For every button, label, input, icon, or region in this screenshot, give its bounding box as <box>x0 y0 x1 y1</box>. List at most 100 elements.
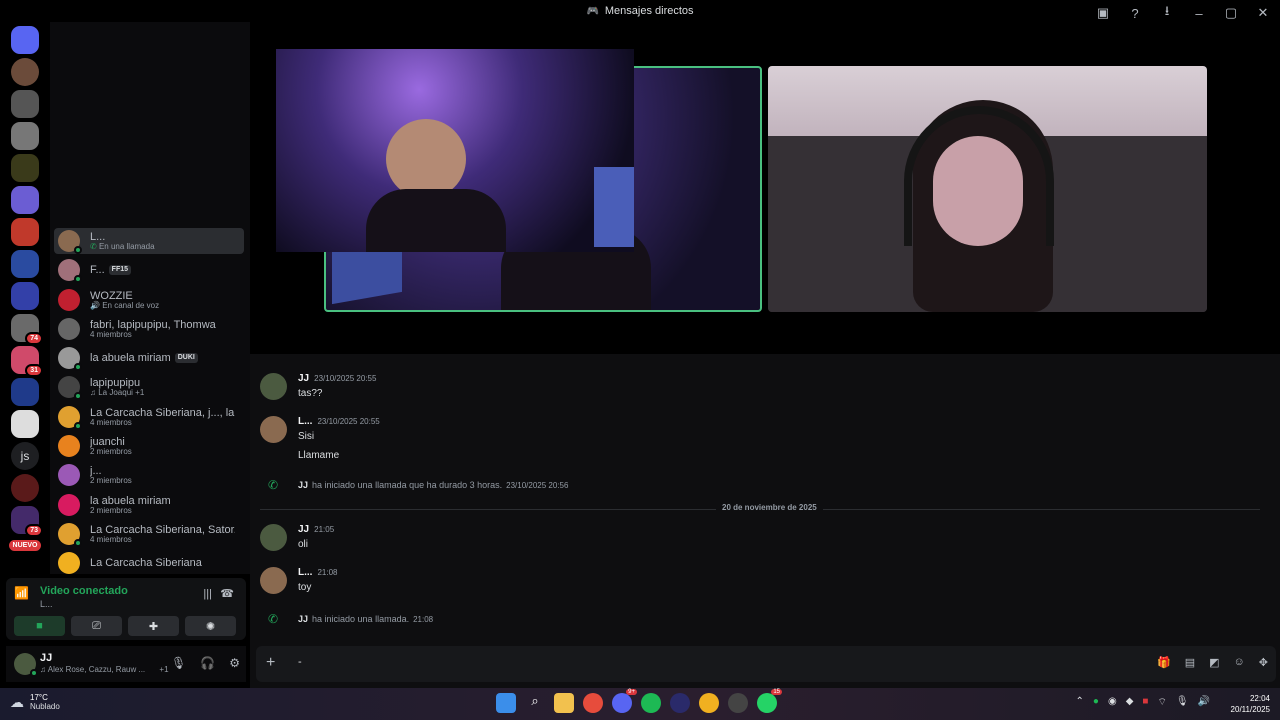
message-composer[interactable]: + - 🎁 ▤ ◩ ☺ ✥ <box>256 646 1276 682</box>
dm-item[interactable]: La Carcacha Siberiana, Sator... 4 miembro… <box>54 521 244 547</box>
server-icon[interactable] <box>11 410 39 438</box>
gif-icon[interactable]: ▤ <box>1185 656 1195 669</box>
server-icon[interactable] <box>11 282 39 310</box>
tray-app-icon[interactable]: ■ <box>1142 696 1148 709</box>
apps-icon[interactable]: ✥ <box>1259 656 1268 669</box>
chrome-icon[interactable] <box>699 693 719 713</box>
camera-button[interactable]: ■ <box>14 616 65 636</box>
server-icon-js[interactable]: js <box>11 442 39 470</box>
dm-item[interactable]: juanchi 2 miembros <box>54 433 244 459</box>
user-avatar[interactable] <box>14 653 38 677</box>
server-icon[interactable] <box>11 250 39 278</box>
call-system-message: ✆ JJ ha iniciado una llamada. 21:08 <box>268 612 434 626</box>
app-icon[interactable] <box>728 693 748 713</box>
voice-channel[interactable]: L... <box>40 599 53 609</box>
microphone-icon[interactable]: 🎙 <box>1176 696 1189 709</box>
dm-item[interactable]: WOZZIE 🔊 En canal de voz <box>54 287 244 313</box>
chevron-up-icon[interactable]: ⌃ <box>1076 696 1084 709</box>
avatar[interactable] <box>260 567 287 594</box>
server-icon[interactable] <box>11 186 39 214</box>
server-icon[interactable] <box>11 90 39 118</box>
signal-icon[interactable]: 📶 <box>14 586 34 606</box>
window-title: 🎮 Mensajes directos <box>586 5 694 17</box>
activities-button[interactable]: ✚ <box>128 616 179 636</box>
self-preview[interactable] <box>276 49 634 252</box>
dm-item[interactable]: la abuela miriam 2 miembros <box>54 492 244 518</box>
app-icon[interactable] <box>670 693 690 713</box>
dm-item[interactable]: la abuela miriam DUKI <box>54 345 244 371</box>
phone-icon: ✆ <box>90 241 99 251</box>
volume-icon[interactable]: 🔊 <box>1198 696 1210 709</box>
avatar[interactable] <box>260 373 287 400</box>
disconnect-icon[interactable]: ☎ <box>220 587 234 600</box>
call-system-message: ✆ JJ ha iniciado una llamada que ha durad… <box>268 478 569 492</box>
tray-app-icon[interactable]: ◆ <box>1126 696 1134 709</box>
server-icon[interactable]: 73 <box>11 506 43 537</box>
notification-badge: 9+ <box>626 689 637 695</box>
maximize-button[interactable]: ▢ <box>1222 5 1240 21</box>
sticker-icon[interactable]: ◩ <box>1209 656 1219 669</box>
message[interactable]: L... 23/10/2025 20:55 Sisi Llamame <box>260 416 380 461</box>
discord-icon: 🎮 <box>586 5 599 17</box>
microphone-icon[interactable]: 🎙 <box>171 656 186 670</box>
server-icon[interactable]: 74 <box>11 314 43 345</box>
server-icon[interactable] <box>11 154 39 182</box>
server-icon[interactable] <box>11 58 39 86</box>
server-tag: DUKI <box>174 353 198 363</box>
headphones-icon[interactable]: 🎧 <box>200 656 215 670</box>
avatar[interactable] <box>260 524 287 551</box>
start-icon[interactable] <box>496 693 516 713</box>
clock[interactable]: 22:04 20/11/2025 <box>1231 693 1270 715</box>
video-tile-l[interactable] <box>768 66 1207 312</box>
spotify-icon[interactable] <box>641 693 661 713</box>
dm-item[interactable]: lapipupipu ♫ La Joaqui +1 <box>54 374 244 400</box>
avatar[interactable] <box>260 416 287 443</box>
noise-suppression-icon[interactable]: ||| <box>203 588 212 600</box>
gear-icon[interactable]: ⚙ <box>229 656 240 670</box>
mention-badge: 73 <box>25 524 43 537</box>
dm-item[interactable]: La Carcacha Siberiana, j..., la... 4 miem… <box>54 404 244 430</box>
screen-share-button[interactable]: ⎚ <box>71 616 122 636</box>
gift-icon[interactable]: 🎁 <box>1157 656 1171 669</box>
dm-item[interactable]: F... FF15 <box>54 257 244 283</box>
username[interactable]: JJ <box>40 652 52 664</box>
server-icon[interactable] <box>11 378 39 406</box>
search-icon[interactable]: ⌕ <box>525 693 545 713</box>
wifi-icon[interactable]: ⌔ <box>1157 696 1166 709</box>
home-button[interactable] <box>11 26 39 54</box>
steam-tray-icon[interactable]: ◉ <box>1108 696 1117 709</box>
notification-badge: 15 <box>771 689 782 695</box>
title-bar: 🎮 Mensajes directos ▣ ? ⭳ – ▢ ✕ <box>0 0 1280 22</box>
message[interactable]: L... 21:08 toy <box>260 567 337 594</box>
voice-status[interactable]: Video conectado <box>40 585 128 597</box>
dm-item[interactable]: j... 2 miembros <box>54 462 244 488</box>
help-icon[interactable]: ? <box>1126 6 1144 21</box>
message[interactable]: JJ 23/10/2025 20:55 tas?? <box>260 373 376 400</box>
minimize-button[interactable]: – <box>1190 6 1208 21</box>
file-explorer-icon[interactable] <box>554 693 574 713</box>
screen-share-icon: ⎚ <box>92 619 101 632</box>
discord-taskbar-icon[interactable]: 9+ <box>612 689 637 713</box>
dm-item[interactable]: L... ✆ En una llamada <box>54 228 244 254</box>
download-icon[interactable]: ⭳ <box>1158 2 1176 24</box>
attach-plus-icon[interactable]: + <box>266 654 275 672</box>
server-icon[interactable] <box>11 122 39 150</box>
dm-item[interactable]: fabri, lapipupipu, Thomwa 4 miembros <box>54 316 244 342</box>
server-icon[interactable] <box>11 218 39 246</box>
chrome-icon[interactable] <box>583 693 603 713</box>
message-input[interactable]: - <box>298 656 302 668</box>
server-icon[interactable] <box>11 474 39 502</box>
dm-item[interactable]: La Carcacha Siberiana <box>54 550 244 574</box>
person-body <box>366 189 506 252</box>
emoji-icon[interactable]: ☺ <box>1234 656 1245 669</box>
speaker-icon: 🔊 <box>90 300 103 310</box>
close-button[interactable]: ✕ <box>1254 5 1272 21</box>
inbox-icon[interactable]: ▣ <box>1094 5 1112 21</box>
soundboard-button[interactable]: ✺ <box>185 616 236 636</box>
spotify-tray-icon[interactable]: ● <box>1093 696 1099 709</box>
whatsapp-icon[interactable]: 15 <box>757 689 782 713</box>
message[interactable]: JJ 21:05 oli <box>260 524 334 551</box>
server-icon[interactable]: 31 <box>11 346 43 377</box>
weather-widget[interactable]: ☁ 17°C Nublado <box>10 693 60 711</box>
group-avatar <box>58 552 80 574</box>
